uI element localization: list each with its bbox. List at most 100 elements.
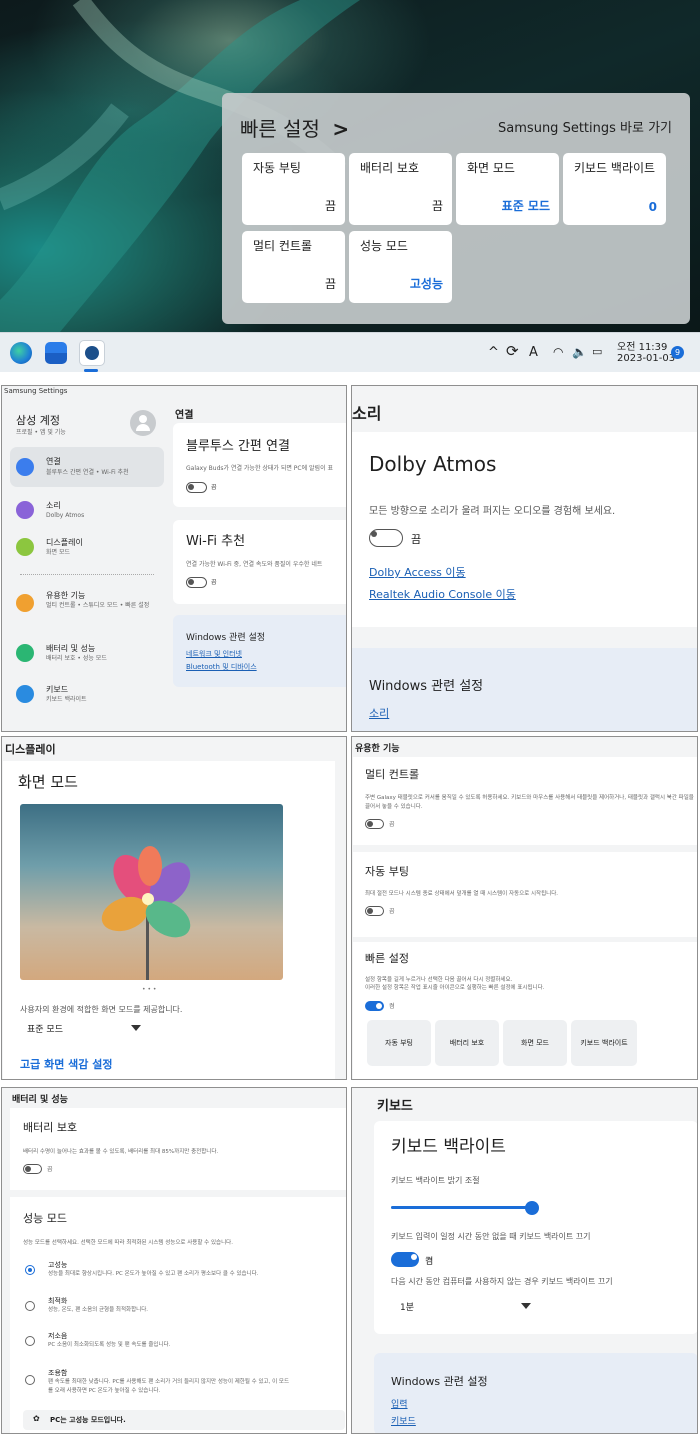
input-settings-link[interactable]: 입력 — [391, 1397, 408, 1410]
bluetooth-easy-connect-toggle[interactable] — [186, 482, 207, 493]
account-subtitle: 프로필 • 앱 및 기능 — [16, 429, 66, 436]
quick-settings-title[interactable]: 빠른 설정 > — [240, 113, 349, 142]
qs-tile-multi-control[interactable]: 멀티 컨트롤 끔 — [242, 231, 345, 303]
quick-tile-auto-boot[interactable]: 자동 부팅 — [367, 1020, 431, 1066]
clock-time[interactable]: 오전 11:39 — [617, 338, 667, 353]
quick-settings-flyout: 빠른 설정 > Samsung Settings 바로 가기 자동 부팅 끔 배터… — [222, 93, 690, 324]
card-title: Dolby Atmos — [369, 452, 497, 476]
keyboard-backlight-slider[interactable] — [391, 1201, 539, 1215]
microsoft-store-icon[interactable] — [45, 342, 67, 364]
windows-settings-card: Windows 관련 설정 소리 — [352, 648, 697, 731]
sidebar-item-sub: 멀티 컨트롤 • 스튜디오 모드 • 빠른 설정 — [46, 602, 150, 609]
radio-optimized[interactable] — [25, 1301, 35, 1311]
card-title: 화면 모드 — [18, 773, 78, 791]
card-desc: 배터리 수명이 늘어나는 효과를 볼 수 있도록, 배터리를 최대 85%까지만… — [23, 1149, 219, 1155]
radio-silent[interactable] — [25, 1375, 35, 1385]
divider — [20, 574, 154, 575]
sidebar-item-sub: 배터리 보호 • 성능 모드 — [46, 655, 107, 662]
volume-icon[interactable]: 🔈 — [572, 345, 587, 359]
battery-performance-page: 배터리 및 성능 배터리 보호 배터리 수명이 늘어나는 효과를 볼 수 있도록… — [1, 1087, 347, 1434]
tile-label: 멀티 컨트롤 — [253, 239, 313, 253]
card-title: 배터리 보호 — [23, 1121, 78, 1134]
toggle-state: 끔 — [211, 579, 217, 586]
auto-boot-toggle[interactable] — [365, 906, 384, 916]
sidebar-item-label: 연결 — [46, 457, 61, 466]
dolby-access-link[interactable]: Dolby Access 이동 — [369, 564, 466, 580]
card-desc: 사용자의 환경에 적합한 화면 모드를 제공합니다. — [20, 1005, 183, 1014]
sidebar-item-battery[interactable]: 배터리 및 성능 배터리 보호 • 성능 모드 — [10, 638, 164, 670]
dolby-atmos-toggle[interactable] — [369, 529, 403, 547]
quick-tile-keyboard-backlight[interactable]: 키보드 백라이트 — [571, 1020, 637, 1066]
status-text: PC는 고성능 모드입니다. — [50, 1416, 126, 1424]
radio-low-noise[interactable] — [25, 1336, 35, 1346]
keyboard-page: 키보드 키보드 백라이트 키보드 백라이트 밝기 조절 키보드 입력이 일정 시… — [351, 1087, 698, 1434]
battery-protect-toggle[interactable] — [23, 1164, 42, 1174]
quick-tile-screen-mode[interactable]: 화면 모드 — [503, 1020, 567, 1066]
keyboard-backlight-card: 키보드 백라이트 키보드 백라이트 밝기 조절 키보드 입력이 일정 시간 동안… — [374, 1121, 697, 1334]
wifi-icon[interactable]: ◠ — [553, 345, 563, 359]
carousel-dots[interactable]: • • • — [142, 986, 156, 993]
qs-tile-screen-mode[interactable]: 화면 모드 표준 모드 — [456, 153, 559, 225]
option-desc: 를 오래 사용하면 PC 온도가 높아질 수 있습니다. — [48, 1388, 161, 1394]
sync-icon[interactable]: ⟳ — [506, 342, 519, 360]
keyboard-icon — [16, 685, 34, 703]
realtek-audio-console-link[interactable]: Realtek Audio Console 이동 — [369, 586, 516, 602]
pinwheel-image — [101, 846, 191, 980]
performance-status-bar: ✿ PC는 고성능 모드입니다. — [23, 1410, 345, 1430]
sidebar-item-label: 키보드 — [46, 685, 69, 694]
slider-label: 키보드 백라이트 밝기 조절 — [391, 1176, 480, 1185]
sidebar-item-sound[interactable]: 소리 Dolby Atmos — [10, 495, 164, 527]
sidebar-item-display[interactable]: 디스플레이 화면 모드 — [10, 532, 164, 564]
sidebar-item-useful-features[interactable]: 유용한 기능 멀티 컨트롤 • 스튜디오 모드 • 빠른 설정 — [10, 585, 164, 625]
samsung-settings-icon[interactable] — [79, 340, 105, 366]
slider-thumb[interactable] — [525, 1201, 539, 1215]
clock-date[interactable]: 2023-01-03 — [617, 353, 675, 364]
network-internet-link[interactable]: 네트워크 및 인터넷 — [186, 649, 242, 659]
page-title: 디스플레이 — [5, 743, 56, 756]
qs-tile-performance-mode[interactable]: 성능 모드 고성능 — [349, 231, 452, 303]
multi-control-toggle[interactable] — [365, 819, 384, 829]
card-desc: 연결 가능한 Wi-Fi 중, 연결 속도와 품질이 우수한 네트 — [186, 561, 323, 568]
qs-tile-auto-boot[interactable]: 자동 부팅 끔 — [242, 153, 345, 225]
input-language-indicator[interactable]: A — [529, 345, 538, 360]
option-desc: PC 소음이 최소화되도록 성능 및 팬 속도를 줄입니다. — [48, 1342, 171, 1348]
wifi-recommend-toggle[interactable] — [186, 577, 207, 588]
option-title: 조용함 — [48, 1369, 68, 1377]
show-hidden-icons-chevron[interactable]: ^ — [488, 345, 499, 360]
toggle-state: 끔 — [389, 821, 395, 828]
account-title[interactable]: 삼성 계정 — [16, 412, 60, 428]
card-desc: 이러한 설정 항목은 작업 표시줄 아이콘으로 실행하는 빠른 설정에 표시됩니… — [365, 985, 545, 991]
auto-boot-card: 자동 부팅 최대 절전 모드나 시스템 종료 상태에서 덮개를 열 때 시스템이… — [353, 852, 697, 937]
samsung-settings-shortcut-link[interactable]: Samsung Settings 바로 가기 — [498, 117, 672, 136]
sound-settings-link[interactable]: 소리 — [369, 705, 389, 721]
option-desc: 성능을 최대로 향상시킵니다. PC 온도가 높아질 수 있고 팬 소리가 평소… — [48, 1271, 259, 1277]
tile-label: 성능 모드 — [360, 239, 408, 253]
sidebar-item-sub: 블루투스 간편 연결 • Wi-Fi 추천 — [46, 469, 129, 476]
sidebar-item-label: 배터리 및 성능 — [46, 644, 96, 653]
option-title: 최적화 — [48, 1297, 68, 1305]
radio-high-performance[interactable] — [25, 1265, 35, 1275]
card-title: Windows 관련 설정 — [186, 633, 266, 643]
quick-tile-battery-protect[interactable]: 배터리 보호 — [435, 1020, 499, 1066]
advanced-color-settings-link[interactable]: 고급 화면 색감 설정 — [20, 1056, 112, 1072]
qs-tile-keyboard-backlight[interactable]: 키보드 백라이트 0 — [563, 153, 666, 225]
quick-settings-toggle[interactable] — [365, 1001, 384, 1011]
sidebar-item-connection[interactable]: 연결 블루투스 간편 연결 • Wi-Fi 추천 — [10, 447, 164, 487]
screen-mode-select[interactable]: 표준 모드 — [20, 1018, 141, 1036]
sidebar-item-keyboard[interactable]: 키보드 키보드 백라이트 — [10, 679, 164, 711]
backlight-timeout-toggle[interactable] — [391, 1252, 419, 1267]
edge-browser-icon[interactable] — [10, 342, 32, 364]
bluetooth-easy-connect-card: 블루투스 간편 연결 Galaxy Buds가 연결 가능한 상태가 되면 PC… — [173, 423, 346, 507]
select-value: 표준 모드 — [27, 1025, 63, 1035]
idle-time-select[interactable]: 1분 — [391, 1296, 536, 1314]
battery-icon[interactable]: ▭ — [592, 345, 602, 358]
slider-fill — [391, 1206, 532, 1209]
bluetooth-devices-link[interactable]: Bluetooth 및 디바이스 — [186, 662, 257, 672]
keyboard-settings-link[interactable]: 키보드 — [391, 1414, 416, 1427]
card-desc: 주변 Galaxy 태블릿으로 커서를 움직일 수 있도록 허용하세요. 키보드… — [365, 795, 694, 810]
qs-tile-battery-protect[interactable]: 배터리 보호 끔 — [349, 153, 452, 225]
notification-badge[interactable]: 9 — [671, 346, 684, 359]
avatar[interactable] — [130, 410, 156, 436]
sidebar-item-label: 소리 — [46, 501, 61, 510]
tile-value: 표준 모드 — [501, 199, 550, 213]
